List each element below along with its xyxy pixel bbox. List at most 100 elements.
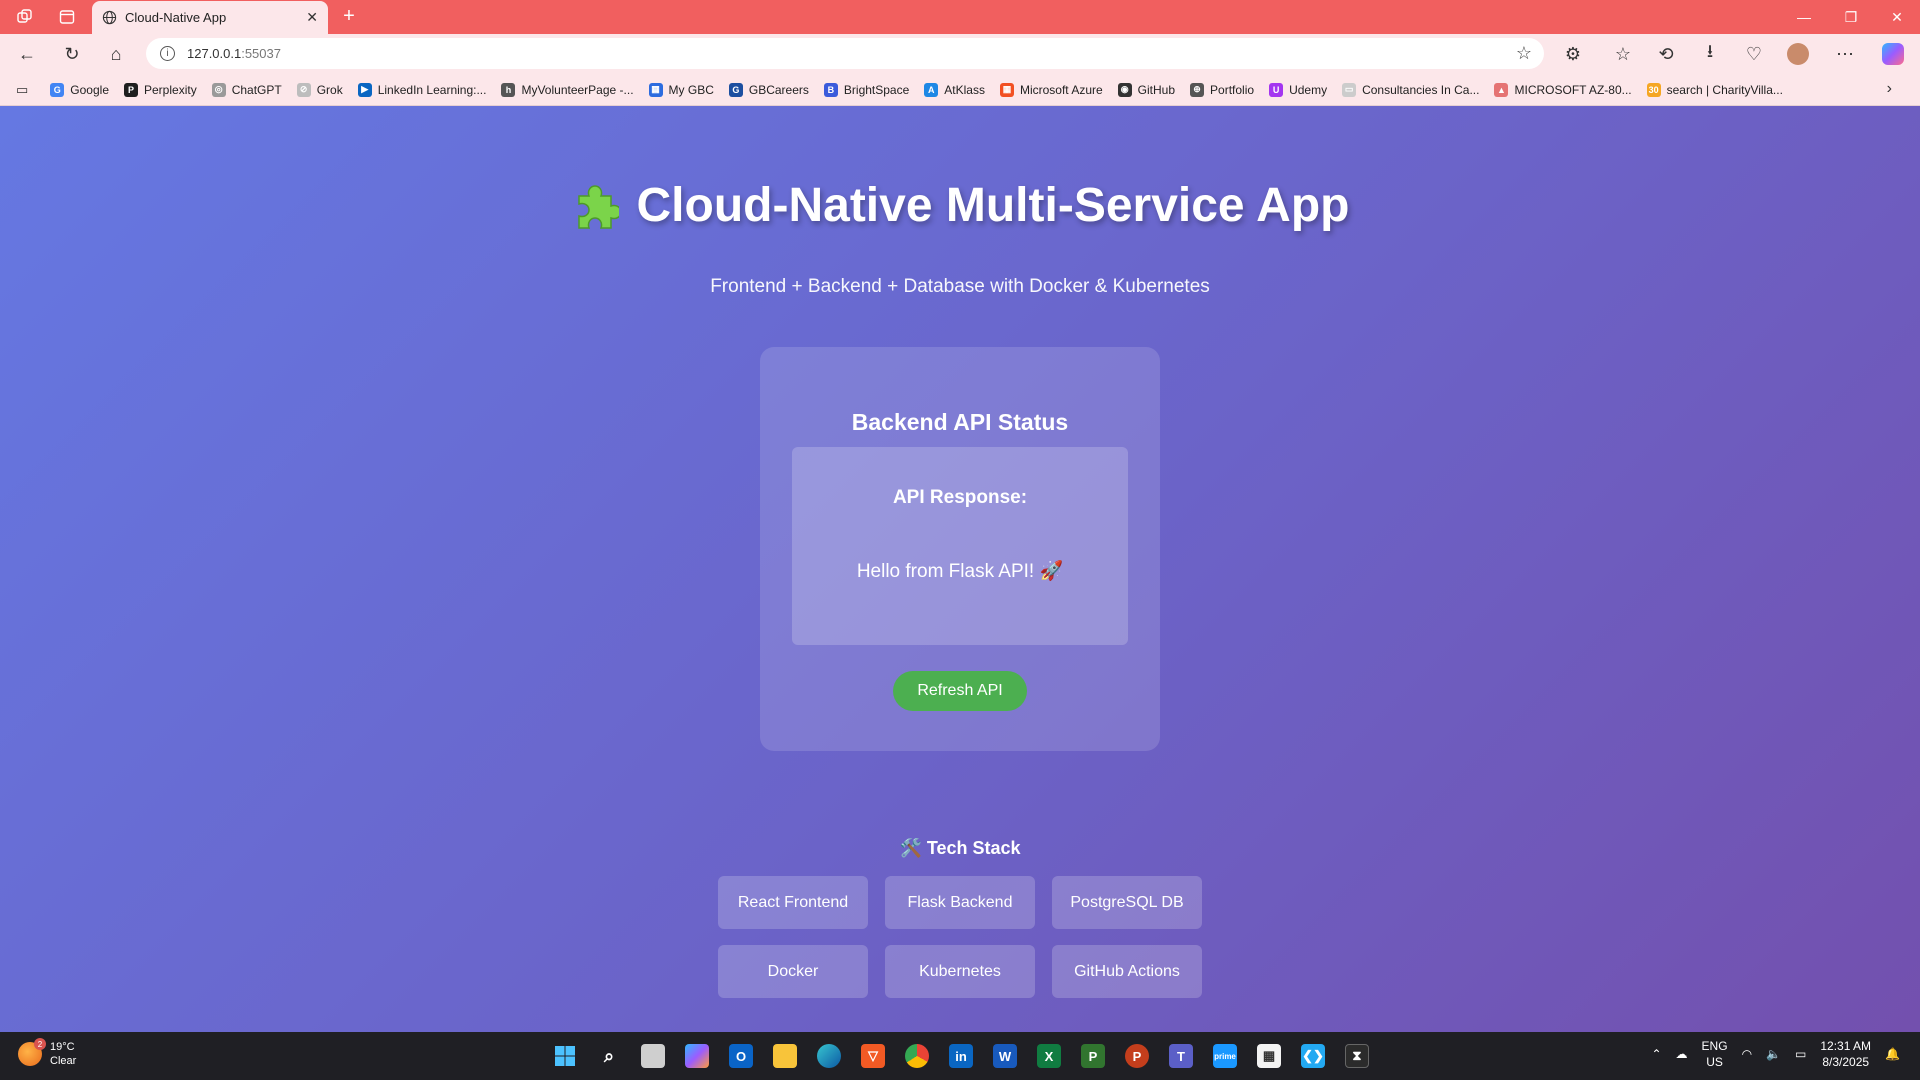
tech-stack-grid: React Frontend Flask Backend PostgreSQL DB…: [718, 876, 1202, 998]
bookmark-item[interactable]: B BrightSpace: [823, 82, 909, 97]
prime-video-icon[interactable]: prime: [1213, 1044, 1237, 1068]
tab-title: Cloud-Native App: [125, 10, 227, 25]
reading-list-icon[interactable]: ▭: [16, 82, 28, 98]
bookmark-label: Microsoft Azure: [1019, 82, 1103, 97]
brave-icon[interactable]: ▽: [861, 1044, 885, 1068]
tab-cloud-native-app[interactable]: Cloud-Native App ✕: [92, 1, 328, 34]
bookmark-favicon-icon: P: [124, 82, 138, 97]
app-icon[interactable]: ⧗: [1345, 1044, 1369, 1068]
new-tab-icon[interactable]: +: [338, 5, 360, 27]
more-options-icon[interactable]: ⋯: [1834, 43, 1856, 65]
bookmark-favicon-icon: ▶: [357, 82, 372, 97]
start-icon[interactable]: [553, 1044, 577, 1068]
notifications-icon[interactable]: 🔔: [1885, 1047, 1900, 1061]
downloads-icon[interactable]: ⭳: [1699, 41, 1721, 65]
bookmark-favicon-icon: ▦: [999, 82, 1014, 97]
file-explorer-icon[interactable]: [773, 1044, 797, 1068]
puzzle-piece-icon: [577, 184, 619, 229]
language-indicator[interactable]: ENG US: [1702, 1038, 1728, 1070]
card-title: Backend API Status: [851, 409, 1069, 435]
copilot-icon[interactable]: [1882, 43, 1904, 65]
bookmark-favicon-icon: ▦: [648, 82, 663, 97]
bookmark-item[interactable]: G Google: [50, 82, 109, 97]
bookmark-label: Udemy: [1289, 82, 1328, 97]
home-icon[interactable]: ⌂: [105, 43, 127, 65]
bookmark-item[interactable]: G GBCareers: [728, 82, 809, 97]
extensions-icon[interactable]: ⚙: [1562, 43, 1584, 65]
bookmark-label: My GBC: [668, 82, 714, 97]
show-hidden-icons-icon[interactable]: ⌃: [1651, 1047, 1661, 1061]
clock[interactable]: 12:31 AM 8/3/2025: [1820, 1038, 1871, 1070]
address-bar[interactable]: i 127.0.0.1:55037 ☆: [146, 38, 1544, 69]
bookmark-label: GitHub: [1137, 82, 1176, 97]
restore-icon[interactable]: ❐: [1840, 6, 1862, 28]
bookmark-item[interactable]: ▭ Consultancies In Ca...: [1342, 82, 1480, 97]
windows-taskbar: 2 19°C Clear ⌕ O ▽ in W X P P T prime ▦ …: [0, 1032, 1920, 1080]
bookmark-item[interactable]: U Udemy: [1269, 82, 1328, 97]
api-response-box: API Response: Hello from Flask API! 🚀: [792, 447, 1128, 645]
copilot-taskbar-icon[interactable]: [685, 1044, 709, 1068]
powerpoint-icon[interactable]: P: [1125, 1044, 1149, 1068]
minimize-icon[interactable]: —: [1793, 6, 1815, 28]
weather-desc: Clear: [50, 1055, 77, 1067]
bookmark-item[interactable]: ◉ GitHub: [1117, 82, 1176, 97]
battery-icon[interactable]: ▭: [1795, 1047, 1806, 1061]
bookmark-label: GBCareers: [748, 82, 809, 97]
project-icon[interactable]: P: [1081, 1044, 1105, 1068]
vscode-icon[interactable]: ❮❯: [1301, 1044, 1325, 1068]
bookmark-label: Perplexity: [144, 82, 197, 97]
search-icon[interactable]: ⌕: [597, 1044, 621, 1068]
refresh-api-button[interactable]: Refresh API: [893, 671, 1027, 711]
vertical-tabs-icon[interactable]: [56, 6, 78, 28]
back-icon[interactable]: ←: [16, 43, 38, 65]
linkedin-icon[interactable]: in: [949, 1044, 973, 1068]
browser-essentials-icon[interactable]: ♡: [1743, 43, 1765, 65]
word-icon[interactable]: W: [993, 1044, 1017, 1068]
bookmark-favicon-icon: ▲: [1494, 82, 1509, 97]
url-text: 127.0.0.1:55037: [187, 46, 281, 61]
site-info-icon[interactable]: i: [160, 46, 175, 61]
title-row: Cloud-Native Multi-Service App: [0, 178, 1920, 235]
bookmark-item[interactable]: ⊘ Grok: [296, 82, 343, 97]
bookmark-label: search | CharityVilla...: [1666, 82, 1783, 97]
weather-temp: 19°C: [50, 1041, 75, 1053]
tech-stack-title: 🛠️ Tech Stack: [899, 838, 1021, 858]
history-icon[interactable]: ⟲: [1655, 43, 1677, 65]
bookmark-item[interactable]: ▦ My GBC: [648, 82, 714, 97]
outlook-icon[interactable]: O: [729, 1044, 753, 1068]
favorite-star-icon[interactable]: ☆: [1516, 43, 1532, 64]
wifi-icon[interactable]: ◠: [1742, 1047, 1752, 1061]
bookmark-label: Consultancies In Ca...: [1362, 82, 1480, 97]
bookmark-item[interactable]: ◎ ChatGPT: [211, 82, 282, 97]
bookmark-item[interactable]: 30 search | CharityVilla...: [1646, 82, 1783, 97]
task-view-icon[interactable]: [641, 1044, 665, 1068]
edge-icon[interactable]: [817, 1044, 841, 1068]
weather-widget[interactable]: 2 19°C Clear: [18, 1038, 77, 1068]
store-icon[interactable]: ▦: [1257, 1044, 1281, 1068]
excel-icon[interactable]: X: [1037, 1044, 1061, 1068]
bookmark-item[interactable]: ▲ MICROSOFT AZ-80...: [1494, 82, 1632, 97]
bookmark-label: ChatGPT: [231, 82, 282, 97]
reload-icon[interactable]: ↻: [61, 43, 83, 65]
bookmark-favicon-icon: G: [50, 82, 65, 97]
more-bookmarks-chevron-icon[interactable]: ›: [1887, 80, 1892, 98]
bookmark-item[interactable]: h MyVolunteerPage -...: [501, 82, 634, 97]
favorites-icon[interactable]: ☆: [1612, 43, 1634, 65]
teams-icon[interactable]: T: [1169, 1044, 1193, 1068]
bookmark-item[interactable]: ⊕ Portfolio: [1190, 82, 1255, 97]
onedrive-icon[interactable]: ☁: [1676, 1047, 1688, 1061]
bookmark-item[interactable]: P Perplexity: [124, 82, 197, 97]
tab-bar: Cloud-Native App ✕ + — ❐ ✕: [0, 0, 1920, 34]
bookmark-label: Grok: [316, 82, 343, 97]
bookmark-item[interactable]: ▶ LinkedIn Learning:...: [357, 82, 486, 97]
close-window-icon[interactable]: ✕: [1886, 6, 1908, 28]
volume-icon[interactable]: 🔈: [1766, 1047, 1781, 1061]
close-tab-icon[interactable]: ✕: [306, 9, 318, 26]
tech-stack-item: GitHub Actions: [1052, 945, 1202, 998]
bookmark-label: Portfolio: [1210, 82, 1255, 97]
profile-avatar[interactable]: [1787, 43, 1809, 65]
workspaces-icon[interactable]: [14, 6, 36, 28]
bookmark-item[interactable]: ▦ Microsoft Azure: [999, 82, 1103, 97]
bookmark-item[interactable]: A AtKlass: [924, 82, 985, 97]
chrome-icon[interactable]: [905, 1044, 929, 1068]
